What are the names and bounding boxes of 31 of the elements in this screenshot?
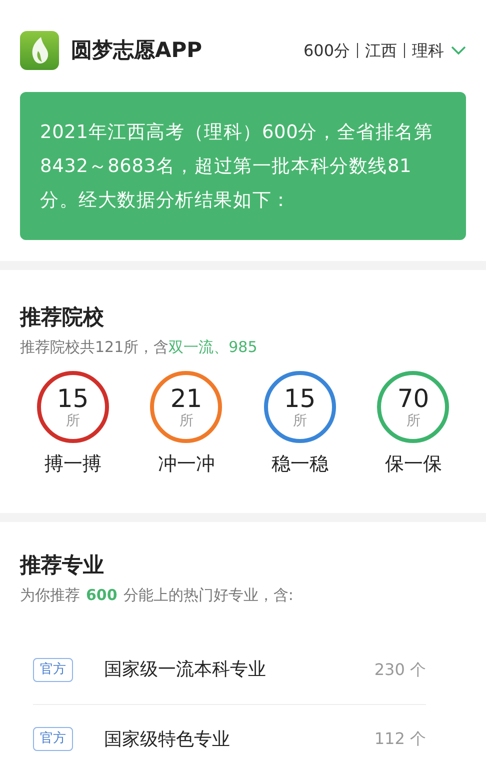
official-tag: 官方 bbox=[33, 658, 73, 682]
score-highlight: 600 bbox=[86, 584, 118, 606]
tier-button[interactable]: 15 所 搏一搏 bbox=[16, 371, 130, 478]
section-subtitle: 分能上的热门好专业，含: bbox=[123, 584, 294, 606]
major-row[interactable]: 官方 国家级特色专业 112 个 bbox=[33, 704, 426, 769]
major-count: 230 个 bbox=[374, 658, 426, 680]
app-logo-icon bbox=[20, 31, 59, 70]
major-count: 112 个 bbox=[374, 728, 426, 750]
tier-unit: 所 bbox=[406, 412, 420, 430]
app-title: 圆梦志愿APP bbox=[71, 36, 202, 64]
tier-count: 15 bbox=[56, 386, 89, 412]
profile-selector[interactable]: 600分 江西 理科 bbox=[303, 38, 466, 62]
section-title: 推荐专业 bbox=[20, 552, 105, 578]
section-subtitle: 推荐院校共121所，含 bbox=[20, 337, 169, 358]
tier-button[interactable]: 15 所 稳一稳 bbox=[243, 371, 356, 478]
major-name: 国家级一流本科专业 bbox=[104, 658, 267, 682]
chevron-down-icon bbox=[451, 46, 466, 55]
tier-unit: 所 bbox=[66, 412, 80, 430]
tier-count: 21 bbox=[170, 386, 202, 412]
official-tag: 官方 bbox=[33, 727, 73, 751]
tier-count: 70 bbox=[397, 386, 430, 412]
tier-count: 15 bbox=[284, 386, 316, 412]
tier-button[interactable]: 21 所 冲一冲 bbox=[130, 371, 243, 478]
tier-unit: 所 bbox=[292, 412, 307, 430]
major-name: 国家级特色专业 bbox=[104, 728, 231, 752]
section-title: 推荐院校 bbox=[20, 304, 105, 331]
major-row[interactable]: 官方 国家级一流本科专业 230 个 bbox=[33, 636, 426, 704]
tier-button[interactable]: 70 所 保一保 bbox=[356, 371, 470, 478]
section-subtitle: 为你推荐 bbox=[20, 584, 80, 606]
tier-unit: 所 bbox=[179, 412, 194, 430]
summary-text: 2021年江西高考（理科）600分，全省排名第8432～8683名，超过第一批本科分数线81分。经大数据分析结果如下： bbox=[40, 121, 434, 213]
